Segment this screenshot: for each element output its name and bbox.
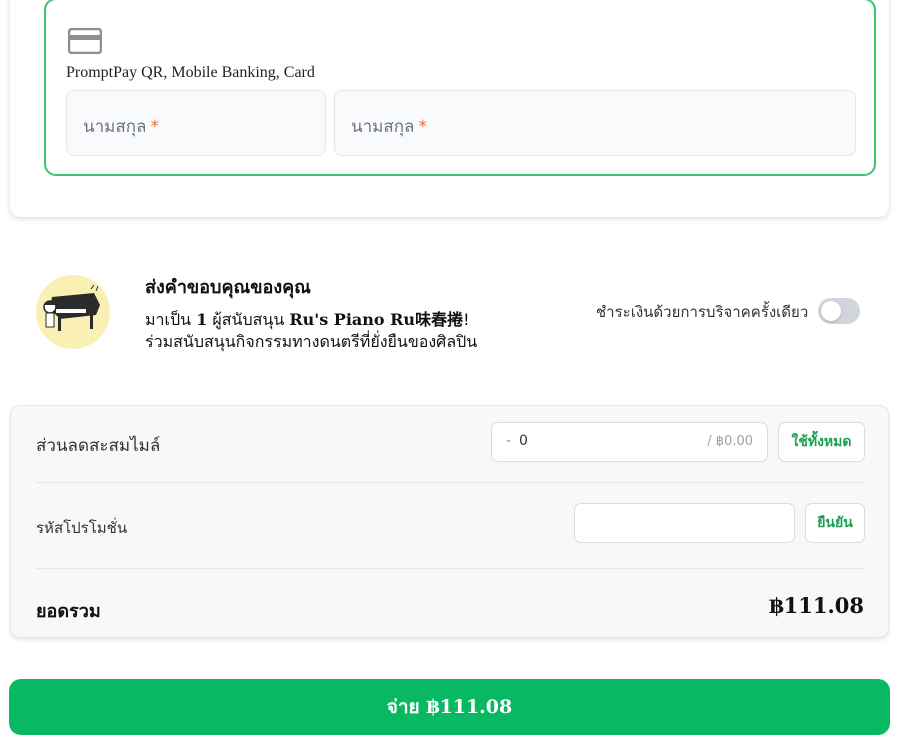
- miles-discount-label: ส่วนลดสะสมไมล์: [36, 436, 161, 456]
- miles-max-amount: / ฿0.00: [707, 434, 753, 449]
- payment-methods-text: PromptPay QR, Mobile Banking, Card: [66, 64, 315, 81]
- credit-card-icon: [68, 28, 102, 54]
- use-all-miles-button[interactable]: ใช้ทั้งหมด: [778, 422, 865, 462]
- thanks-title: ส่งคำขอบคุณของคุณ: [145, 277, 311, 298]
- required-mark: *: [150, 117, 159, 137]
- total-amount: ฿111.08: [769, 593, 864, 618]
- order-summary: ส่วนลดสะสมไมล์ - 0 / ฿0.00 ใช้ทั้งหมด รห…: [10, 405, 889, 638]
- first-name-field[interactable]: นามสกุล *: [66, 90, 326, 156]
- required-mark: *: [418, 117, 427, 137]
- piano-illustration-icon: [36, 275, 110, 349]
- payment-method-option[interactable]: PromptPay QR, Mobile Banking, Card นามสก…: [44, 0, 876, 176]
- supporter-line-mid: ผู้สนับสนุน: [207, 310, 290, 329]
- last-name-placeholder: นามสกุล: [351, 117, 415, 137]
- onetime-donation-toggle[interactable]: [818, 298, 860, 324]
- last-name-field[interactable]: นามสกุล *: [334, 90, 856, 156]
- first-name-placeholder: นามสกุล: [83, 117, 147, 137]
- minus-sign: -: [506, 433, 512, 449]
- supporter-line-suffix: !: [463, 310, 470, 329]
- supporter-line: มาเป็น 1 ผู้สนับสนุน Ru's Piano Ru味春捲!: [145, 306, 470, 333]
- confirm-promo-button[interactable]: ยืนยัน: [805, 503, 865, 543]
- total-label: ยอดรวม: [36, 601, 101, 622]
- supporter-count: 1: [196, 310, 208, 329]
- support-description: ร่วมสนับสนุนกิจกรรมทางดนตรีที่ยั่งยืนของ…: [145, 332, 478, 351]
- toggle-knob: [821, 301, 841, 321]
- onetime-donation-label: ชำระเงินด้วยการบริจาคครั้งเดียว: [596, 303, 809, 321]
- pay-button[interactable]: จ่าย ฿111.08: [9, 679, 890, 735]
- divider: [36, 568, 865, 569]
- divider: [36, 482, 865, 483]
- payment-card: PromptPay QR, Mobile Banking, Card นามสก…: [10, 0, 889, 217]
- pay-button-label: จ่าย ฿111.08: [386, 696, 513, 718]
- miles-value: 0: [519, 433, 528, 449]
- promo-code-label: รหัสโปรโมชั่น: [36, 519, 128, 537]
- creator-name: Ru's Piano Ru味春捲: [289, 310, 464, 329]
- supporter-line-prefix: มาเป็น: [145, 310, 197, 329]
- miles-discount-input[interactable]: - 0 / ฿0.00: [491, 422, 768, 462]
- promo-code-input[interactable]: [574, 503, 795, 543]
- creator-avatar: [36, 275, 110, 349]
